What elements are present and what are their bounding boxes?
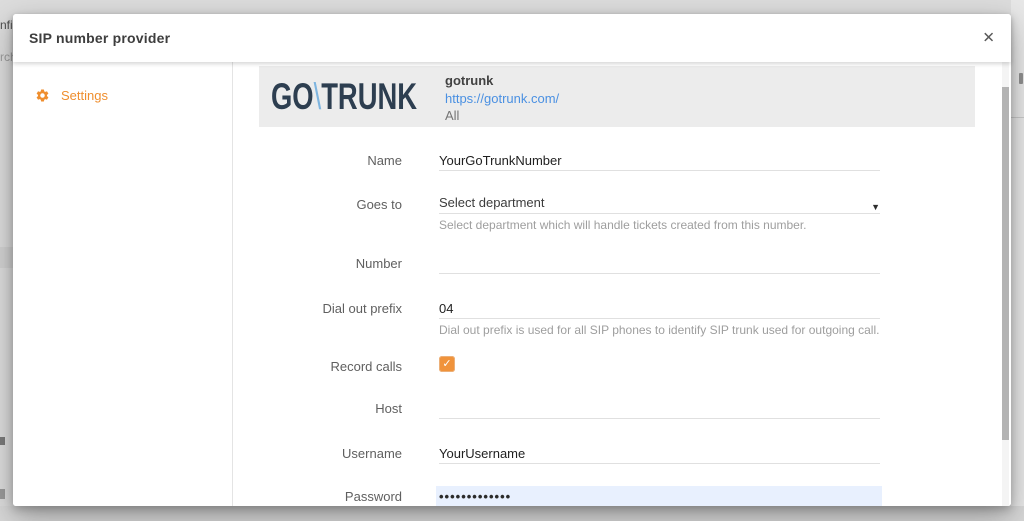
goes-to-select[interactable]: Select department ▼: [439, 194, 880, 214]
provider-name: gotrunk: [445, 73, 494, 88]
username-field-label: Username: [342, 446, 402, 461]
background-row-band: [0, 247, 13, 268]
password-field-label: Password: [344, 489, 402, 504]
form-row-number: Number: [233, 253, 1011, 274]
form-row-dial-out-prefix: Dial out prefix Dial out prefix is used …: [233, 298, 1011, 337]
check-icon: ✓: [442, 357, 452, 370]
gear-icon: [35, 88, 50, 103]
sidebar-item-label: Settings: [61, 88, 108, 103]
modal-body: Settings GO\TRUNK gotrunk https://gotrun…: [13, 62, 1011, 506]
logo-slash: \: [313, 76, 322, 117]
content-scrollbar[interactable]: [1002, 62, 1009, 506]
background-glyph-fragment: [0, 437, 5, 445]
form-row-password: Password: [233, 486, 1011, 506]
sip-number-provider-modal: SIP number provider ✕ Settings GO\TRUNK …: [13, 14, 1011, 506]
modal-header: SIP number provider ✕: [13, 14, 1011, 62]
form-row-username: Username: [233, 443, 1011, 464]
logo-text: GO: [271, 76, 314, 117]
gotrunk-logo: GO\TRUNK: [271, 78, 417, 115]
name-field-label: Name: [367, 153, 402, 168]
dial-out-prefix-helper-text: Dial out prefix is used for all SIP phon…: [439, 323, 880, 337]
form-row-record-calls: Record calls ✓: [233, 356, 1011, 377]
dial-out-prefix-field-label: Dial out prefix: [322, 301, 402, 316]
record-calls-checkbox[interactable]: ✓: [439, 356, 455, 372]
sidebar: Settings: [13, 62, 233, 506]
close-icon[interactable]: ✕: [982, 31, 995, 46]
background-glyph-fragment: [0, 489, 5, 499]
password-input[interactable]: [436, 486, 882, 506]
name-input[interactable]: [439, 150, 880, 171]
form-row-goes-to: Goes to Select department ▼ Select depar…: [233, 194, 1011, 232]
form-row-host: Host: [233, 398, 1011, 419]
background-page-bottom: [0, 506, 1024, 521]
provider-url-link[interactable]: https://gotrunk.com/: [445, 90, 559, 108]
username-input[interactable]: [439, 443, 880, 464]
number-input[interactable]: [439, 253, 880, 274]
scrollbar-thumb[interactable]: [1002, 87, 1009, 440]
form-row-name: Name: [233, 150, 1011, 171]
dial-out-prefix-input[interactable]: [439, 298, 880, 319]
number-field-label: Number: [355, 256, 402, 271]
host-field-label: Host: [375, 401, 402, 416]
provider-scope: All: [445, 108, 460, 123]
settings-panel: GO\TRUNK gotrunk https://gotrunk.com/ Al…: [233, 62, 1011, 506]
background-glyph-fragment: [1019, 73, 1023, 84]
goes-to-field-label: Goes to: [356, 197, 402, 212]
screen: nfig rch SIP number provider ✕ Settings …: [0, 0, 1024, 521]
sidebar-item-settings[interactable]: Settings: [13, 62, 232, 103]
modal-title: SIP number provider: [29, 30, 171, 46]
provider-header: GO\TRUNK gotrunk https://gotrunk.com/ Al…: [259, 66, 975, 127]
dropdown-arrow-icon: ▼: [871, 202, 880, 212]
provider-info: gotrunk https://gotrunk.com/ All: [445, 72, 559, 125]
logo-text: TRUNK: [321, 76, 418, 117]
record-calls-field-label: Record calls: [330, 359, 402, 374]
goes-to-helper-text: Select department which will handle tick…: [439, 218, 807, 232]
host-input[interactable]: [439, 398, 880, 419]
goes-to-selected-value: Select department: [439, 195, 545, 210]
